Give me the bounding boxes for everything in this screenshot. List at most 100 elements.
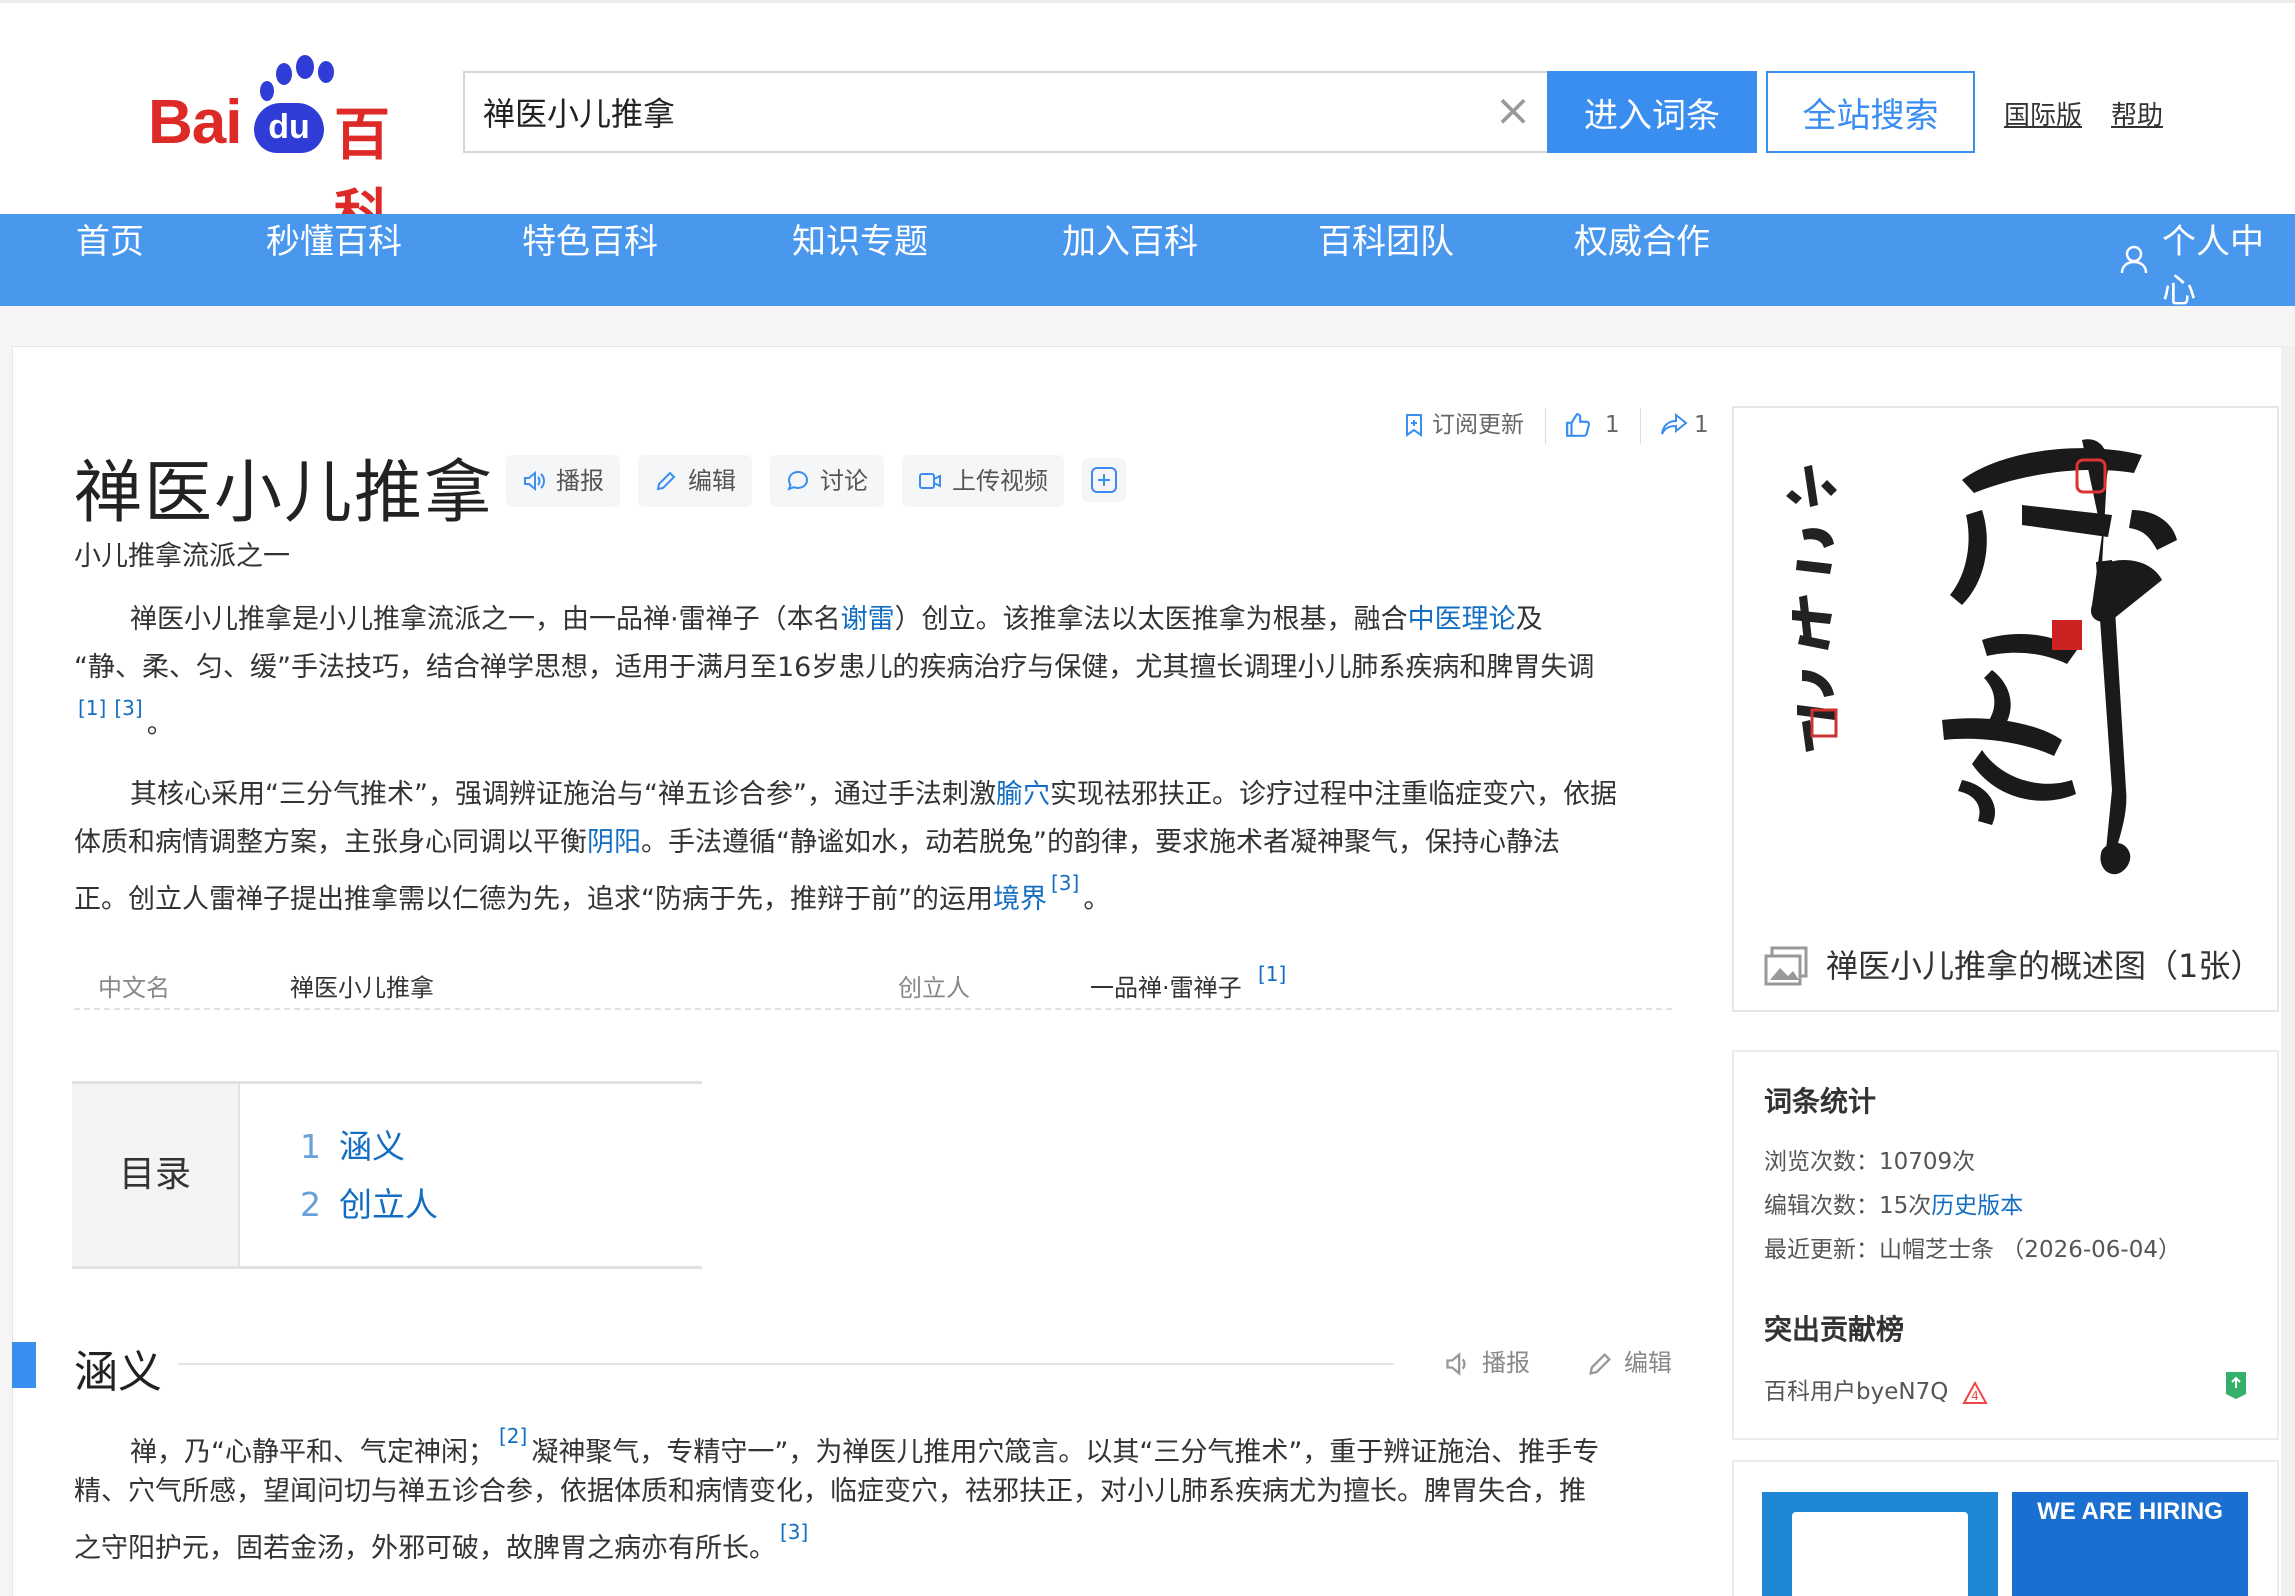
- summary-paragraph-1: 禅医小儿推拿是小儿推拿流派之一，由一品禅·雷禅子（本名谢雷）创立。该推拿法以太医…: [74, 596, 1664, 740]
- like-button[interactable]: 1: [1565, 410, 1620, 440]
- contributor-row[interactable]: 百科用户byeN7Q 4: [1764, 1372, 1988, 1406]
- calligraphy-strokes: [1942, 439, 2177, 875]
- album-caption-text: 禅医小儿推拿的概述图（1张）: [1826, 947, 2263, 985]
- reference-3[interactable]: [3]: [114, 696, 142, 720]
- album-caption[interactable]: 禅医小儿推拿的概述图（1张）: [1764, 944, 2262, 988]
- subtitle: 小儿推拿流派之一: [74, 541, 290, 572]
- album-card[interactable]: 禅医小儿推拿的概述图（1张）: [1732, 406, 2279, 1012]
- baidu-baike-logo[interactable]: Bai du 百科: [148, 55, 438, 249]
- stats-title: 词条统计: [1764, 1085, 1877, 1118]
- logo-paw: [276, 63, 292, 85]
- reference-1[interactable]: [1]: [78, 696, 106, 720]
- reference-3[interactable]: [3]: [1051, 871, 1079, 895]
- text: 及: [1515, 604, 1543, 635]
- pencil-icon: [1589, 1353, 1611, 1375]
- nav-item-user-center[interactable]: 个人中心: [2162, 214, 2295, 311]
- bookmark-icon: [1406, 414, 1422, 437]
- history-versions-link[interactable]: 历史版本: [1931, 1193, 2023, 1219]
- logo-paw: [318, 61, 334, 83]
- page: Bai du 百科 × 进入词条 全站搜索 国际版 帮助 首页 秒懂百科 特色百…: [0, 0, 2295, 1596]
- broadcast-button[interactable]: 播报: [506, 455, 620, 507]
- section-paragraph: 禅，乃“心静平和、气定神闲；[2]凝神聚气，专精守一”，为禅医儿推用穴箴言。以其…: [74, 1420, 1664, 1564]
- svg-text:4: 4: [1971, 1389, 1979, 1403]
- site-search-button[interactable]: 全站搜索: [1766, 71, 1975, 153]
- more-tools-button[interactable]: [1082, 458, 1126, 502]
- contributor-name[interactable]: 百科用户byeN7Q: [1764, 1379, 1948, 1405]
- info-value-chinese-name: 禅医小儿推拿: [290, 974, 434, 1002]
- nav-item-topics[interactable]: 知识专题: [792, 214, 928, 306]
- summary-paragraph-2: 其核心采用“三分气推术”，强调辨证施治与“禅五诊合参”，通过手法刺激腧穴实现祛邪…: [74, 771, 1664, 915]
- section-broadcast-label: 播报: [1482, 1349, 1530, 1377]
- link-acupoint[interactable]: 腧穴: [996, 779, 1050, 810]
- link-xie-lei[interactable]: 谢雷: [841, 604, 895, 635]
- nav-item-miaodong[interactable]: 秒懂百科: [266, 214, 402, 306]
- reference-2[interactable]: [2]: [499, 1424, 527, 1448]
- divider: [1545, 408, 1546, 444]
- link-tcm-theory[interactable]: 中医理论: [1408, 604, 1516, 635]
- text: 禅医小儿推拿是小儿推拿流派之一，由一品禅·雷禅子（本名: [130, 604, 841, 635]
- share-button[interactable]: 1: [1660, 410, 1709, 440]
- nav-item-join[interactable]: 加入百科: [1062, 214, 1198, 306]
- nav-item-team[interactable]: 百科团队: [1318, 214, 1454, 306]
- toc-item-founder[interactable]: 2 创立人: [300, 1178, 438, 1226]
- logo-paw: [260, 81, 274, 101]
- link-yinyang[interactable]: 阴阳: [587, 827, 641, 858]
- upload-video-label: 上传视频: [952, 467, 1048, 495]
- text: 。: [146, 709, 174, 740]
- logo-paw: [296, 55, 314, 79]
- seal-stamp: [2052, 620, 2082, 650]
- info-value-founder: 一品禅·雷禅子: [1090, 974, 1242, 1002]
- share-count: 1: [1694, 412, 1709, 438]
- enter-entry-button[interactable]: 进入词条: [1547, 71, 1757, 153]
- promo-banner-hiring[interactable]: WE ARE HIRING: [2012, 1492, 2248, 1596]
- help-link[interactable]: 帮助: [2111, 95, 2163, 132]
- text-line: 之守阳护元，固若金汤，外邪可破，故脾胃之病亦有所长。[3]: [74, 1516, 1664, 1564]
- toc-item-meaning[interactable]: 1 涵义: [300, 1120, 405, 1168]
- text: 凝神聚气，专精守一”，为禅医儿推用穴箴言。以其“三分气推术”，重于辨证施治、推手…: [531, 1437, 1600, 1468]
- logo-bai: Bai: [148, 88, 242, 157]
- nav-item-featured[interactable]: 特色百科: [522, 214, 658, 306]
- plus-icon: [1091, 467, 1117, 493]
- subscribe-label: 订阅更新: [1432, 412, 1524, 438]
- edit-count-text: 编辑次数：15次: [1764, 1193, 1932, 1219]
- subscribe-button[interactable]: 订阅更新: [1402, 410, 1524, 440]
- edit-button[interactable]: 编辑: [638, 455, 752, 507]
- main-nav: 首页 秒懂百科 特色百科 知识专题 加入百科 百科团队 权威合作 个人中心: [0, 214, 2295, 311]
- reference-3[interactable]: [3]: [780, 1520, 808, 1544]
- discuss-button[interactable]: 讨论: [770, 455, 884, 507]
- entry-statistics-card: 词条统计 浏览次数：10709次 编辑次数：15次历史版本 最近更新：山帽芝士条…: [1732, 1050, 2279, 1440]
- section-marker: [12, 1342, 36, 1388]
- share-icon: [1661, 412, 1688, 435]
- link-realm[interactable]: 境界: [993, 884, 1047, 915]
- user-icon[interactable]: [2118, 243, 2150, 275]
- text: 体质和病情调整方案，主张身心同调以平衡: [74, 827, 587, 858]
- text: 禅，乃“心静平和、气定神闲；: [130, 1437, 495, 1468]
- calligraphy-artwork: [1786, 439, 2177, 875]
- promo-mockup: [1792, 1512, 1968, 1596]
- section-broadcast-button[interactable]: 播报: [1444, 1348, 1530, 1378]
- scrollbar[interactable]: [2281, 346, 2295, 1596]
- gallery-icon: [1764, 946, 1808, 986]
- calligraphy-image[interactable]: [1752, 420, 2257, 918]
- text-line: 精、穴气所感，望闻问切与禅五诊合参，依据体质和病情变化，临症变穴，祛邪扶正，对小…: [74, 1476, 1586, 1507]
- search-input[interactable]: [483, 73, 1463, 151]
- nav-item-cooperation[interactable]: 权威合作: [1574, 214, 1710, 306]
- text-line: 禅医小儿推拿是小儿推拿流派之一，由一品禅·雷禅子（本名谢雷）创立。该推拿法以太医…: [74, 596, 1664, 644]
- edit-count: 编辑次数：15次历史版本: [1764, 1186, 2023, 1220]
- clear-icon[interactable]: ×: [1491, 89, 1535, 133]
- text-line: 体质和病情调整方案，主张身心同调以平衡阴阳。手法遵循“静谧如水，动若脱兔”的韵律…: [74, 819, 1664, 867]
- nav-item-home[interactable]: 首页: [76, 214, 144, 306]
- text: 之守阳护元，固若金汤，外邪可破，故脾胃之病亦有所长。: [74, 1533, 776, 1564]
- upload-video-button[interactable]: 上传视频: [902, 455, 1064, 507]
- section-edit-button[interactable]: 编辑: [1586, 1348, 1672, 1378]
- text: 实现祛邪扶正。诊疗过程中注重临症变穴，依据: [1049, 779, 1617, 810]
- broadcast-label: 播报: [556, 467, 604, 495]
- info-key-founder: 创立人: [898, 974, 970, 1002]
- international-link[interactable]: 国际版: [2004, 95, 2082, 132]
- text-line: 正。创立人雷禅子提出推拿需以仁德为先，追求“防病于先，推辩于前”的运用境界[3]…: [74, 867, 1664, 915]
- divider: [1640, 408, 1641, 444]
- discuss-label: 讨论: [820, 467, 868, 495]
- logo-du: du: [254, 103, 324, 153]
- reference-1[interactable]: [1]: [1258, 962, 1286, 986]
- promo-banner-screenshot[interactable]: [1762, 1492, 1998, 1596]
